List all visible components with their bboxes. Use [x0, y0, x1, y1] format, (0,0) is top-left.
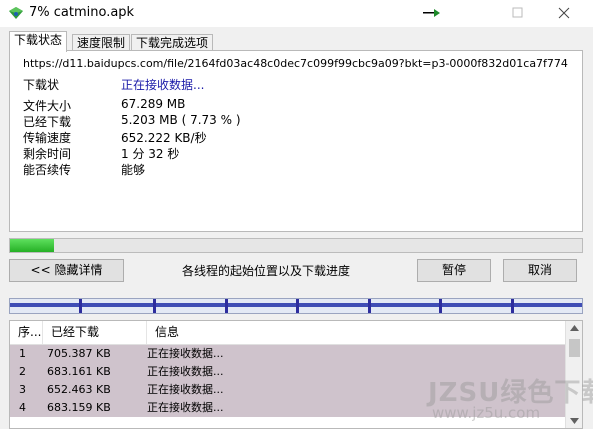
- thread-marker: [224, 299, 228, 313]
- scroll-thumb[interactable]: [569, 339, 580, 357]
- pause-button[interactable]: 暂停: [417, 259, 491, 282]
- header-info[interactable]: 信息: [147, 321, 564, 344]
- threads-caption: 各线程的起始位置以及下载进度: [182, 264, 351, 278]
- list-header: 序... 已经下载 信息: [10, 321, 565, 345]
- resume-value: 能够: [121, 163, 146, 177]
- speed-label: 传输速度: [23, 131, 72, 145]
- remaining-time-label: 剩余时间: [23, 147, 72, 161]
- row-info: 正在接收数据...: [147, 347, 224, 360]
- thread-marker: [153, 299, 156, 313]
- status-value: 正在接收数据...: [121, 78, 205, 92]
- minimize-button[interactable]: [408, 0, 454, 27]
- thread-marker: [510, 299, 514, 313]
- scroll-up-icon[interactable]: [570, 325, 579, 331]
- watermark-url: www.jz5u.com: [432, 404, 541, 422]
- file-size-label: 文件大小: [23, 99, 72, 113]
- progress-fill: [10, 239, 55, 252]
- tab-download-status[interactable]: 下载状态: [9, 31, 68, 52]
- thread-marker: [367, 299, 371, 313]
- row-info: 正在接收数据...: [147, 401, 224, 414]
- downloaded-value: 5.203 MB ( 7.73 % ): [121, 113, 241, 127]
- window-title: 7% catmino.apk: [29, 5, 135, 20]
- resume-label: 能否续传: [23, 163, 72, 177]
- status-panel: https://d11.baidupcs.com/file/2164fd03ac…: [9, 50, 583, 232]
- remaining-time-value: 1 分 32 秒: [121, 147, 180, 161]
- row-downloaded: 683.159 KB: [47, 401, 111, 414]
- file-size-value: 67.289 MB: [121, 97, 186, 111]
- title-bar: 7% catmino.apk: [0, 0, 593, 27]
- row-index: 1: [19, 347, 26, 360]
- download-url: https://d11.baidupcs.com/file/2164fd03ac…: [23, 57, 568, 70]
- thread-marker: [439, 299, 442, 313]
- thread-marker: [78, 299, 82, 313]
- app-icon: [8, 6, 24, 20]
- cancel-button[interactable]: 取消: [503, 259, 577, 282]
- row-index: 4: [19, 401, 26, 414]
- close-button[interactable]: [543, 0, 589, 27]
- download-progress-bar: [9, 238, 583, 253]
- status-label: 下载状: [23, 78, 60, 92]
- header-downloaded[interactable]: 已经下载: [43, 321, 147, 344]
- row-downloaded: 683.161 KB: [47, 365, 111, 378]
- row-info: 正在接收数据...: [147, 365, 224, 378]
- row-downloaded: 652.463 KB: [47, 383, 111, 396]
- table-row[interactable]: 1 705.387 KB 正在接收数据...: [10, 345, 565, 363]
- scroll-down-icon[interactable]: [570, 418, 579, 424]
- speed-value: 652.222 KB/秒: [121, 131, 207, 145]
- row-index: 3: [19, 383, 26, 396]
- row-downloaded: 705.387 KB: [47, 347, 111, 360]
- thread-progress-bar: [9, 298, 583, 314]
- header-index[interactable]: 序...: [10, 321, 43, 344]
- hide-details-button[interactable]: << 隐藏详情: [9, 259, 124, 282]
- thread-marker: [296, 299, 299, 313]
- downloaded-label: 已经下载: [23, 115, 72, 129]
- maximize-button[interactable]: [497, 0, 543, 27]
- row-index: 2: [19, 365, 26, 378]
- row-info: 正在接收数据...: [147, 383, 224, 396]
